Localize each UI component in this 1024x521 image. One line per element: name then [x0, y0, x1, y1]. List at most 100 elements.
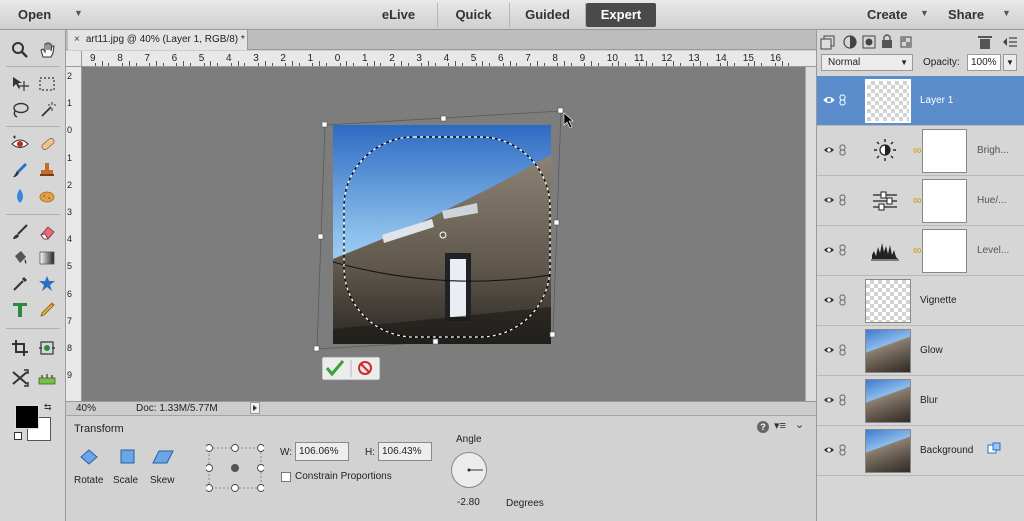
collapse-chevron-icon[interactable]: ⌄ [795, 418, 804, 431]
layer-row[interactable]: ∞ Brigh... [817, 126, 1024, 176]
mode-elive-tab[interactable]: eLive [360, 3, 438, 27]
new-adjustment-layer-icon[interactable] [843, 35, 857, 49]
blur-tool-icon[interactable] [8, 184, 32, 208]
open-menu-button[interactable]: Open [18, 7, 51, 22]
help-icon[interactable]: ? [757, 421, 769, 433]
default-colors-icon[interactable] [14, 432, 22, 440]
mask-link-icon[interactable]: ∞ [913, 193, 922, 207]
recompose-tool-icon[interactable] [35, 336, 59, 360]
blend-mode-dropdown[interactable]: Normal ▼ [821, 54, 913, 71]
brush-tool-icon[interactable] [8, 220, 32, 244]
create-menu-button[interactable]: Create [867, 7, 907, 22]
open-dropdown-icon[interactable]: ▼ [74, 8, 83, 18]
crop-tool-icon[interactable] [8, 336, 32, 360]
visibility-eye-icon[interactable] [823, 194, 835, 206]
visibility-eye-icon[interactable] [823, 244, 835, 256]
height-field[interactable]: 106.43% [378, 442, 432, 461]
mode-expert-tab[interactable]: Expert [586, 3, 656, 27]
clone-stamp-tool-icon[interactable] [35, 158, 59, 182]
width-field[interactable]: 106.06% [295, 442, 349, 461]
layer-name: Level... [977, 245, 1010, 256]
layer-row[interactable]: ∞ Level... [817, 226, 1024, 276]
ruler-tick [672, 61, 674, 66]
share-menu-button[interactable]: Share [948, 7, 984, 22]
straighten-tool-icon[interactable] [35, 366, 59, 390]
link-icon[interactable] [839, 244, 847, 256]
toolbox-divider [6, 328, 60, 329]
document-tab[interactable]: × art11.jpg @ 40% (Layer 1, RGB/8) * [68, 30, 248, 50]
zoom-tool-icon[interactable] [8, 38, 32, 62]
mode-quick-tab[interactable]: Quick [438, 3, 510, 27]
opacity-dropdown-icon[interactable]: ▼ [1003, 54, 1017, 71]
visibility-eye-icon[interactable] [823, 344, 835, 356]
constrain-proportions-checkbox[interactable] [281, 472, 291, 482]
smart-brush-tool-icon[interactable] [8, 158, 32, 182]
ruler-tick [530, 63, 531, 66]
link-icon[interactable] [839, 394, 847, 406]
new-layer-icon[interactable] [820, 35, 835, 50]
angle-value[interactable]: -2.80 [457, 497, 480, 508]
close-tab-icon[interactable]: × [74, 34, 80, 45]
visibility-eye-icon[interactable] [823, 294, 835, 306]
eyedropper-tool-icon[interactable] [8, 272, 32, 296]
layer-row[interactable]: Vignette [817, 276, 1024, 326]
add-mask-icon[interactable] [862, 35, 876, 49]
visibility-eye-icon[interactable] [823, 94, 835, 106]
mode-guided-tab[interactable]: Guided [510, 3, 586, 27]
layer-row[interactable]: Blur [817, 376, 1024, 426]
marquee-tool-icon[interactable] [35, 72, 59, 96]
link-icon[interactable] [839, 344, 847, 356]
options-menu-icon[interactable]: ▾≡ [774, 419, 786, 432]
move-tool-icon[interactable] [8, 72, 32, 96]
magic-wand-tool-icon[interactable] [35, 98, 59, 122]
sponge-tool-icon[interactable] [35, 184, 59, 208]
share-dropdown-icon[interactable]: ▼ [1002, 8, 1011, 18]
layer-row[interactable]: Glow [817, 326, 1024, 376]
background-lock-icon[interactable] [987, 442, 1001, 459]
custom-shape-tool-icon[interactable] [35, 272, 59, 296]
mask-link-icon[interactable]: ∞ [913, 143, 922, 157]
link-icon[interactable] [839, 294, 847, 306]
paint-bucket-tool-icon[interactable] [8, 246, 32, 270]
scale-mode-button[interactable] [118, 448, 138, 466]
visibility-eye-icon[interactable] [823, 394, 835, 406]
ruler-tick [366, 63, 368, 66]
skew-mode-button[interactable] [152, 448, 174, 466]
create-dropdown-icon[interactable]: ▼ [920, 8, 929, 18]
layer-name: Glow [920, 345, 943, 356]
mask-link-icon[interactable]: ∞ [913, 243, 922, 257]
panel-menu-icon[interactable] [1003, 37, 1017, 47]
lock-all-icon[interactable] [882, 34, 892, 48]
angle-dial[interactable] [451, 452, 487, 488]
layer-row[interactable]: Layer 1 [817, 76, 1024, 126]
link-icon[interactable] [839, 194, 847, 206]
document-tab-title: art11.jpg @ 40% (Layer 1, RGB/8) * [85, 34, 245, 45]
lock-transparent-icon[interactable] [900, 36, 912, 48]
eraser-tool-icon[interactable] [35, 220, 59, 244]
link-icon[interactable] [839, 94, 847, 106]
layer-row[interactable]: Background [817, 426, 1024, 476]
swap-colors-icon[interactable]: ⇆ [44, 402, 52, 413]
zoom-level[interactable]: 40% [76, 403, 96, 414]
red-eye-tool-icon[interactable] [8, 132, 32, 156]
link-icon[interactable] [839, 144, 847, 156]
layer-row[interactable]: ∞ Hue/... [817, 176, 1024, 226]
hand-tool-icon[interactable] [35, 38, 59, 62]
lasso-tool-icon[interactable] [8, 98, 32, 122]
foreground-color-swatch-top[interactable] [15, 405, 39, 429]
status-menu-arrow-icon[interactable] [250, 402, 260, 414]
opacity-field[interactable]: 100% [967, 54, 1001, 71]
reference-point-grid[interactable] [205, 444, 265, 492]
gradient-tool-icon[interactable] [35, 246, 59, 270]
content-aware-move-tool-icon[interactable] [8, 366, 32, 390]
rotate-mode-button[interactable] [79, 448, 99, 466]
spot-healing-brush-icon[interactable] [35, 132, 59, 156]
vertical-scrollbar[interactable] [805, 67, 816, 401]
link-icon[interactable] [839, 444, 847, 456]
delete-layer-icon[interactable] [978, 36, 992, 49]
visibility-eye-icon[interactable] [823, 144, 835, 156]
canvas-area[interactable] [82, 67, 805, 401]
pencil-tool-icon[interactable] [35, 298, 59, 322]
type-tool-icon[interactable] [8, 298, 32, 322]
visibility-eye-icon[interactable] [823, 444, 835, 456]
